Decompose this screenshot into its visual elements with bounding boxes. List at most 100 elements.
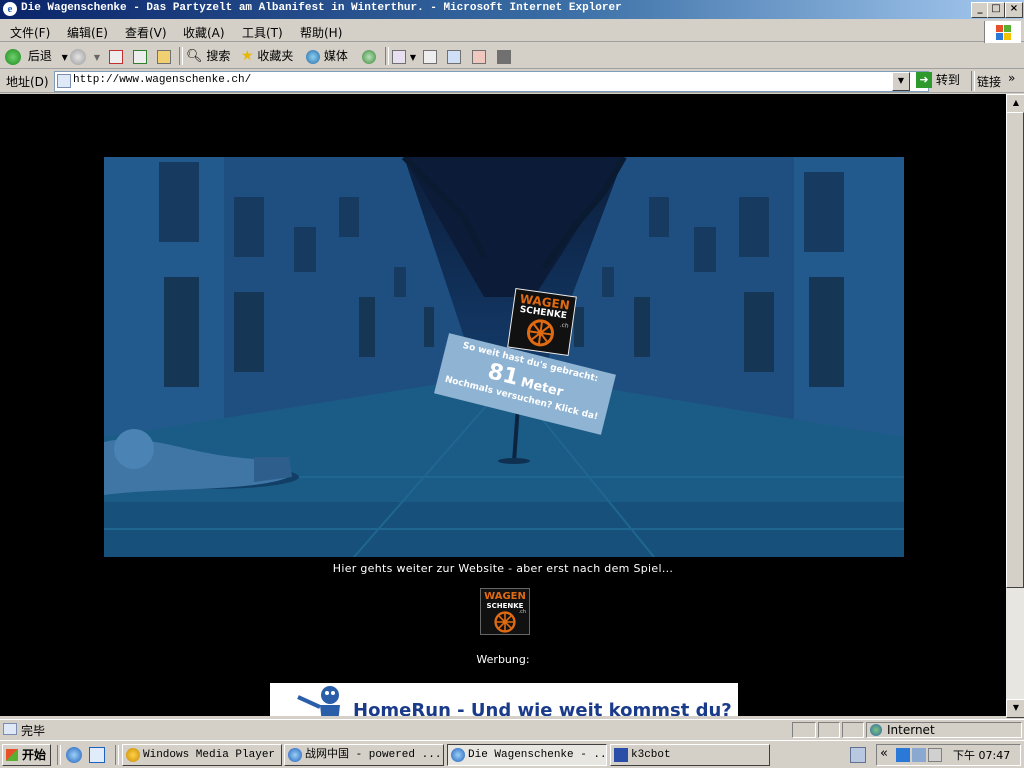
windows-flag-icon (6, 749, 18, 761)
menu-file[interactable]: 文件(F) (10, 24, 50, 41)
menu-edit[interactable]: 编辑(E) (67, 24, 108, 41)
go-arrow-icon: ➜ (916, 71, 932, 88)
network-tray-icon[interactable] (912, 748, 926, 762)
k3cbot-icon (614, 748, 628, 762)
ad-label: Werbung: (476, 653, 530, 666)
status-bar: 完毕 Internet (0, 719, 1024, 739)
status-cell (792, 722, 816, 738)
ie-icon (451, 748, 465, 762)
task-wagenschenke[interactable]: Die Wagenschenke - ... (447, 744, 607, 766)
chevron-right-icon[interactable]: » (1008, 71, 1015, 85)
system-tray: « 下午 07:47 (876, 744, 1021, 766)
title-bar: e Die Wagenschenke - Das Partyzelt am Al… (0, 0, 1024, 19)
tool-button[interactable] (497, 47, 511, 65)
task-battlenet[interactable]: 战网中国 - powered ... (284, 744, 444, 766)
clock: 下午 07:47 (953, 749, 1011, 762)
address-dropdown-button[interactable]: ▼ (892, 72, 910, 91)
taskbar: 开始 Windows Media Player 战网中国 - powered .… (0, 740, 1024, 768)
ie-quicklaunch-icon[interactable] (66, 747, 82, 763)
print-button[interactable] (423, 47, 437, 65)
stop-button[interactable] (109, 47, 123, 65)
forward-button[interactable]: ▼ (70, 47, 100, 65)
task-media-player[interactable]: Windows Media Player (122, 744, 282, 766)
links-button[interactable]: 链接 (977, 73, 1001, 90)
edit-icon (447, 49, 461, 64)
wagenschenke-logo: WAGEN SCHENKE .ch (507, 287, 577, 357)
favorites-button[interactable]: ★ 收藏夹 (241, 47, 293, 65)
close-button[interactable]: × (1005, 2, 1023, 18)
scroll-down-button[interactable]: ▼ (1006, 699, 1024, 718)
windows-logo-icon (984, 21, 1021, 43)
search-button[interactable]: 🔍︎ 搜索 (186, 47, 230, 65)
address-bar: 地址(D) http://www.wagenschenke.ch/ ▼ ➜ 转到… (0, 69, 1024, 93)
taskbar-separator (115, 745, 119, 765)
go-button[interactable]: ➜ 转到 (916, 71, 960, 91)
address-input[interactable]: http://www.wagenschenke.ch/ (54, 71, 929, 92)
back-button[interactable]: 后退 ▼ (5, 47, 68, 65)
forward-arrow-icon (70, 48, 86, 65)
scroll-up-button[interactable]: ▲ (1006, 94, 1024, 113)
media-icon (306, 49, 320, 64)
menu-help[interactable]: 帮助(H) (300, 24, 342, 41)
globe-icon (870, 724, 882, 736)
ad-banner[interactable]: HomeRun - Und wie weit kommst du? (270, 683, 738, 716)
mascot-icon (297, 686, 340, 716)
window-title: Die Wagenschenke - Das Partyzelt am Alba… (21, 2, 622, 14)
search-icon: 🔍︎ (186, 49, 203, 64)
restore-button[interactable]: □ (987, 2, 1005, 18)
home-icon (157, 49, 171, 64)
wagenschenke-small-logo[interactable]: WAGEN SCHENKE .ch (480, 588, 530, 635)
status-cell (842, 722, 864, 738)
chevron-down-icon[interactable]: ▼ (62, 53, 68, 62)
task-k3cbot[interactable]: k3cbot (610, 744, 770, 766)
volume-tray-icon[interactable] (928, 748, 942, 762)
history-icon (362, 49, 376, 64)
wheel-icon (494, 611, 516, 633)
browser-content: WAGEN SCHENKE .ch So weit hast du's gebr… (0, 94, 1006, 716)
start-button[interactable]: 开始 (2, 744, 51, 766)
messenger-icon (472, 49, 486, 64)
flash-game[interactable]: WAGEN SCHENKE .ch So weit hast du's gebr… (104, 157, 904, 557)
toolbar-separator (385, 47, 389, 65)
ie-icon[interactable]: e (3, 2, 17, 16)
toolbar: 后退 ▼ ▼ 🔍︎ 搜索 ★ 收藏夹 媒体 ▼ (0, 43, 1024, 69)
menu-favorites[interactable]: 收藏(A) (183, 24, 225, 41)
chevron-down-icon[interactable]: ▼ (94, 53, 100, 62)
vertical-scrollbar[interactable]: ▲ ▼ (1006, 94, 1024, 718)
chevron-down-icon[interactable]: ▼ (410, 53, 416, 62)
menu-tools[interactable]: 工具(T) (242, 24, 283, 41)
refresh-icon (133, 49, 147, 64)
page-icon (57, 74, 71, 88)
network-icon[interactable] (850, 747, 866, 763)
wheel-icon (526, 319, 554, 347)
refresh-button[interactable] (133, 47, 147, 65)
tool-icon (497, 49, 511, 64)
address-separator (971, 71, 975, 91)
page-done-icon (3, 723, 17, 735)
printer-icon (423, 49, 437, 64)
status-text: 完毕 (21, 724, 46, 738)
scroll-thumb[interactable] (1006, 112, 1024, 588)
taskbar-separator (57, 745, 61, 765)
history-button[interactable] (362, 47, 376, 65)
mail-icon (392, 49, 406, 64)
ad-headline: HomeRun - Und wie weit kommst du? (353, 700, 732, 716)
messenger-button[interactable] (472, 47, 486, 65)
media-button[interactable]: 媒体 (306, 47, 348, 65)
ie-icon (288, 748, 302, 762)
tray-expand-button[interactable]: « (880, 746, 888, 761)
address-label: 地址(D) (6, 75, 49, 89)
desktop-quicklaunch-icon[interactable] (89, 747, 105, 763)
stop-icon (109, 49, 123, 64)
toolbar-separator (179, 47, 183, 65)
home-button[interactable] (157, 47, 171, 65)
security-zone: Internet (866, 722, 1022, 738)
edit-button[interactable] (447, 47, 461, 65)
menu-bar: 文件(F) 编辑(E) 查看(V) 收藏(A) 工具(T) 帮助(H) (0, 20, 1024, 42)
help-tray-icon[interactable] (896, 748, 910, 762)
menu-view[interactable]: 查看(V) (125, 24, 167, 41)
back-arrow-icon (5, 48, 21, 65)
media-player-icon (126, 748, 140, 762)
mail-button[interactable]: ▼ (392, 47, 416, 65)
website-caption[interactable]: Hier gehts weiter zur Website - aber ers… (0, 562, 1006, 575)
